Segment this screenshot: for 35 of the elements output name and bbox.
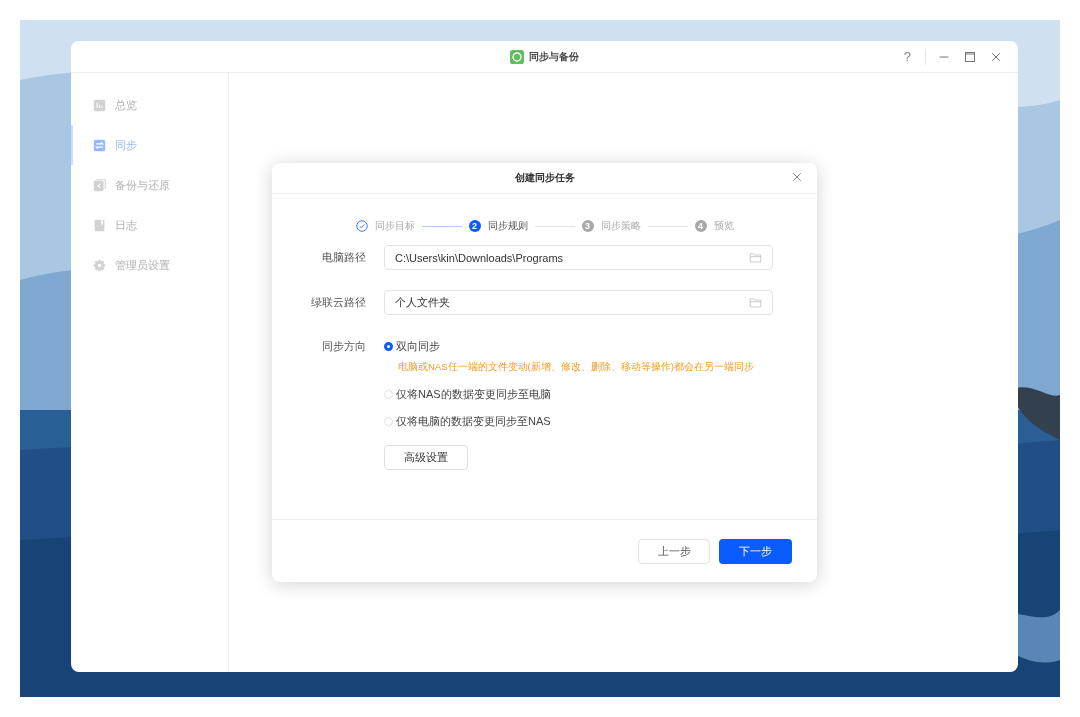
path-field[interactable]: C:\Users\kin\Downloads\Programs <box>384 245 773 270</box>
help-button[interactable]: ? <box>899 49 915 64</box>
app-logo-icon <box>510 49 524 64</box>
step-number: 4 <box>694 220 707 232</box>
backup-icon <box>93 178 106 192</box>
step-number: 3 <box>581 220 594 232</box>
field-label: 电脑路径 <box>321 250 366 265</box>
gear-icon <box>93 258 106 272</box>
close-icon <box>791 171 803 183</box>
arrows-icon <box>93 138 106 152</box>
folder-icon <box>749 251 762 264</box>
radio-option[interactable]: 双向同步 <box>384 339 440 353</box>
next-button[interactable]: 下一步 <box>719 538 792 564</box>
chart-icon <box>93 98 106 112</box>
book-icon <box>93 218 106 232</box>
step-number: 2 <box>468 220 481 232</box>
window-title: 同步与备份 <box>529 49 579 64</box>
dialog-title: 创建同步任务 <box>514 171 575 185</box>
radio-button[interactable] <box>384 341 393 351</box>
radio-option[interactable]: 仅将NAS的数据变更同步至电脑 <box>384 387 551 401</box>
step-label: 同步规则 <box>487 219 528 233</box>
path-field[interactable]: 个人文件夹 <box>384 290 773 315</box>
step-label: 同步目标 <box>374 219 415 233</box>
hint-text: 电脑或NAS任一端的文件变动(新增、修改、删除、移动等操作)都会在另一端同步 <box>398 361 754 374</box>
back-button[interactable]: 上一步 <box>638 538 710 564</box>
field-label: 同步方向 <box>321 339 366 354</box>
step-label: 预览 <box>713 219 734 233</box>
step-label: 同步策略 <box>600 219 641 233</box>
maximize-icon <box>964 50 976 63</box>
field-label: 绿联云路径 <box>310 295 366 310</box>
radio-option[interactable]: 仅将电脑的数据变更同步至NAS <box>384 414 551 428</box>
close-button[interactable] <box>791 171 803 183</box>
folder-icon <box>749 296 762 309</box>
advanced-settings-button[interactable]: 高级设置 <box>384 445 468 470</box>
close-icon <box>990 50 1002 63</box>
